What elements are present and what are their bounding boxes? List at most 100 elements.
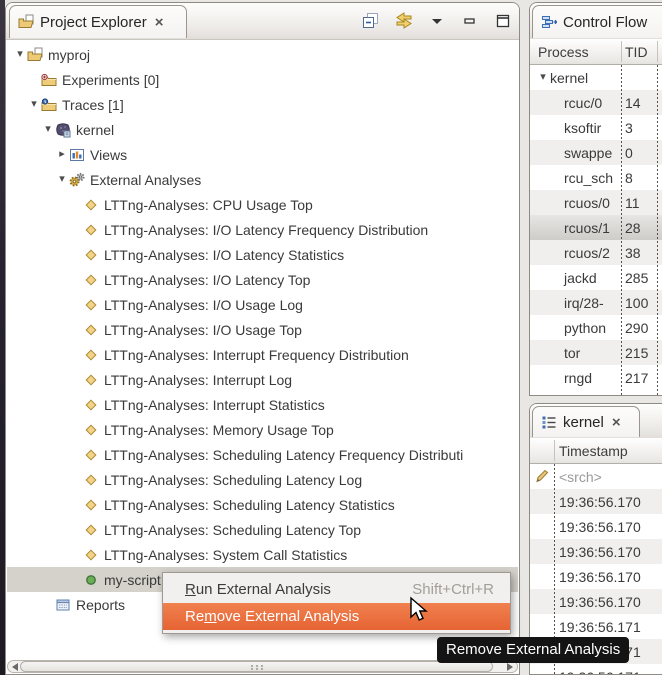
tree-item-label: LTTng-Analyses: Interrupt Statistics [104, 397, 325, 413]
tree-item-lttng-analyses-interrupt-frequency-distribution[interactable]: LTTng-Analyses: Interrupt Frequency Dist… [7, 342, 518, 367]
process-row-rcuos-2[interactable]: rcuos/238 [530, 240, 662, 265]
process-row-tor[interactable]: tor215 [530, 340, 662, 365]
tab-title: Control Flow [563, 14, 647, 31]
tree-item-lttng-analyses-memory-usage-top[interactable]: LTTng-Analyses: Memory Usage Top [7, 417, 518, 442]
search-filter-cell[interactable]: <srch> [559, 469, 662, 485]
process-row-rcuos-1[interactable]: rcuos/128 [530, 215, 662, 240]
views-icon [69, 147, 85, 163]
tree-item-label: LTTng-Analyses: CPU Usage Top [104, 197, 313, 213]
tree-item-traces-1[interactable]: ▾ Traces [1] [7, 92, 518, 117]
tree-item-label: Reports [76, 597, 125, 613]
event-row-3[interactable]: 19:36:56.170 [530, 539, 662, 564]
control-flow-table: ▾kernelrcuc/014ksoftir3swappe0rcu_sch8rc… [530, 65, 662, 395]
tree-item-lttng-analyses-i-o-usage-top[interactable]: LTTng-Analyses: I/O Usage Top [7, 317, 518, 342]
process-row-jackd[interactable]: jackd285 [530, 265, 662, 290]
tree-item-label: my-script [104, 572, 161, 588]
event-row-search[interactable]: <srch> [530, 464, 662, 489]
view-menu-icon[interactable] [427, 11, 447, 31]
column-resize-handle[interactable] [554, 440, 555, 461]
event-row-6[interactable]: 19:36:56.171 [530, 614, 662, 639]
collapse-all-icon[interactable] [361, 11, 381, 31]
tree-item-lttng-analyses-scheduling-latency-frequency-distributi[interactable]: LTTng-Analyses: Scheduling Latency Frequ… [7, 442, 518, 467]
event-row-8[interactable]: 19:36:56.171 [530, 664, 662, 674]
menu-item-run-external-analysis[interactable]: Run External AnalysisShift+Ctrl+R [163, 576, 510, 603]
close-icon[interactable]: × [612, 415, 621, 430]
timestamp-cell: 19:36:56.170 [559, 544, 662, 560]
timestamp-cell: 19:36:56.171 [559, 619, 662, 635]
column-header-tid[interactable]: TID [625, 39, 648, 64]
tree-item-lttng-analyses-i-o-latency-statistics[interactable]: LTTng-Analyses: I/O Latency Statistics [7, 242, 518, 267]
event-row-1[interactable]: 19:36:56.170 [530, 489, 662, 514]
tree-item-myproj[interactable]: ▾ myproj [7, 42, 518, 67]
analysis-diamond-icon [83, 222, 99, 238]
tree-item-kernel[interactable]: ▾ kernel [7, 117, 518, 142]
event-row-4[interactable]: 19:36:56.170 [530, 564, 662, 589]
expander-closed-icon[interactable]: ▸ [55, 149, 69, 160]
event-row-2[interactable]: 19:36:56.170 [530, 514, 662, 539]
process-row-irq-28[interactable]: irq/28-100 [530, 290, 662, 315]
process-name-cell: rcuos/2 [530, 245, 621, 261]
expander-open-icon[interactable]: ▾ [55, 174, 69, 185]
expander-open-icon[interactable]: ▾ [13, 49, 27, 60]
project-tree: ▾ myproj Experiments [0]▾ Traces [1]▾ ke… [7, 40, 518, 659]
column-resize-handle[interactable] [621, 41, 622, 62]
tree-item-lttng-analyses-interrupt-log[interactable]: LTTng-Analyses: Interrupt Log [7, 367, 518, 392]
menu-item-remove-external-analysis[interactable]: Remove External Analysis [163, 603, 510, 630]
process-row-rcu-sch[interactable]: rcu_sch8 [530, 165, 662, 190]
expander-open-icon[interactable]: ▾ [536, 72, 550, 83]
tab-kernel-events[interactable]: kernel × [532, 406, 640, 437]
tree-item-lttng-analyses-i-o-usage-log[interactable]: LTTng-Analyses: I/O Usage Log [7, 292, 518, 317]
tree-item-label: LTTng-Analyses: Scheduling Latency Top [104, 522, 361, 538]
column-header-timestamp[interactable]: Timestamp [559, 438, 628, 463]
process-row-rcuos-0[interactable]: rcuos/011 [530, 190, 662, 215]
column-resize-handle[interactable] [657, 41, 658, 62]
project-folder-icon [27, 47, 43, 63]
process-row-python[interactable]: python290 [530, 315, 662, 340]
process-name-cell: rngd [530, 370, 621, 386]
tree-item-lttng-analyses-scheduling-latency-statistics[interactable]: LTTng-Analyses: Scheduling Latency Stati… [7, 492, 518, 517]
expander-open-icon[interactable]: ▾ [27, 99, 41, 110]
process-row-rcuc-0[interactable]: rcuc/014 [530, 90, 662, 115]
process-row-rngd[interactable]: rngd217 [530, 365, 662, 390]
tab-control-flow[interactable]: Control Flow [532, 5, 662, 38]
tree-item-lttng-analyses-system-call-statistics[interactable]: LTTng-Analyses: System Call Statistics [7, 542, 518, 567]
analysis-diamond-icon [83, 422, 99, 438]
link-with-editor-icon[interactable] [394, 11, 414, 31]
close-icon[interactable]: × [155, 15, 164, 30]
column-header-process[interactable]: Process [538, 39, 589, 64]
timestamp-cell: 19:36:56.170 [559, 569, 662, 585]
process-row-kernel[interactable]: ▾kernel [530, 65, 662, 90]
tree-item-experiments-0[interactable]: Experiments [0] [7, 67, 518, 92]
minimize-icon[interactable] [460, 11, 480, 31]
tree-item-lttng-analyses-i-o-latency-top[interactable]: LTTng-Analyses: I/O Latency Top [7, 267, 518, 292]
pencil-icon [530, 469, 554, 485]
analysis-diamond-icon [83, 272, 99, 288]
process-row-ksoftir[interactable]: ksoftir3 [530, 115, 662, 140]
process-name-cell: jackd [530, 270, 621, 286]
process-row-swappe[interactable]: swappe0 [530, 140, 662, 165]
timestamp-cell: 19:36:56.170 [559, 519, 662, 535]
column-divider [657, 65, 658, 395]
scrollbar-thumb[interactable] [20, 661, 493, 672]
tree-item-lttng-analyses-i-o-latency-frequency-distribution[interactable]: LTTng-Analyses: I/O Latency Frequency Di… [7, 217, 518, 242]
analysis-diamond-icon [83, 397, 99, 413]
tree-item-views[interactable]: ▸ Views [7, 142, 518, 167]
analysis-diamond-icon [83, 497, 99, 513]
tab-project-explorer[interactable]: Project Explorer × [9, 5, 187, 38]
maximize-icon[interactable] [493, 11, 513, 31]
timestamp-cell: 19:36:56.171 [559, 669, 662, 675]
tree-item-lttng-analyses-scheduling-latency-log[interactable]: LTTng-Analyses: Scheduling Latency Log [7, 467, 518, 492]
scroll-right-icon[interactable] [507, 663, 513, 671]
scroll-left-icon[interactable] [12, 663, 18, 671]
event-row-5[interactable]: 19:36:56.170 [530, 589, 662, 614]
control-flow-icon [541, 14, 557, 30]
tree-item-label: Traces [1] [62, 97, 124, 113]
tree-item-lttng-analyses-cpu-usage-top[interactable]: LTTng-Analyses: CPU Usage Top [7, 192, 518, 217]
analysis-diamond-icon [83, 372, 99, 388]
tree-item-lttng-analyses-scheduling-latency-top[interactable]: LTTng-Analyses: Scheduling Latency Top [7, 517, 518, 542]
tree-item-external-analyses[interactable]: ▾ External Analyses [7, 167, 518, 192]
expander-open-icon[interactable]: ▾ [41, 124, 55, 135]
tree-item-label: LTTng-Analyses: I/O Latency Frequency Di… [104, 222, 428, 238]
tree-item-label: LTTng-Analyses: Scheduling Latency Log [104, 472, 362, 488]
tree-item-lttng-analyses-interrupt-statistics[interactable]: LTTng-Analyses: Interrupt Statistics [7, 392, 518, 417]
